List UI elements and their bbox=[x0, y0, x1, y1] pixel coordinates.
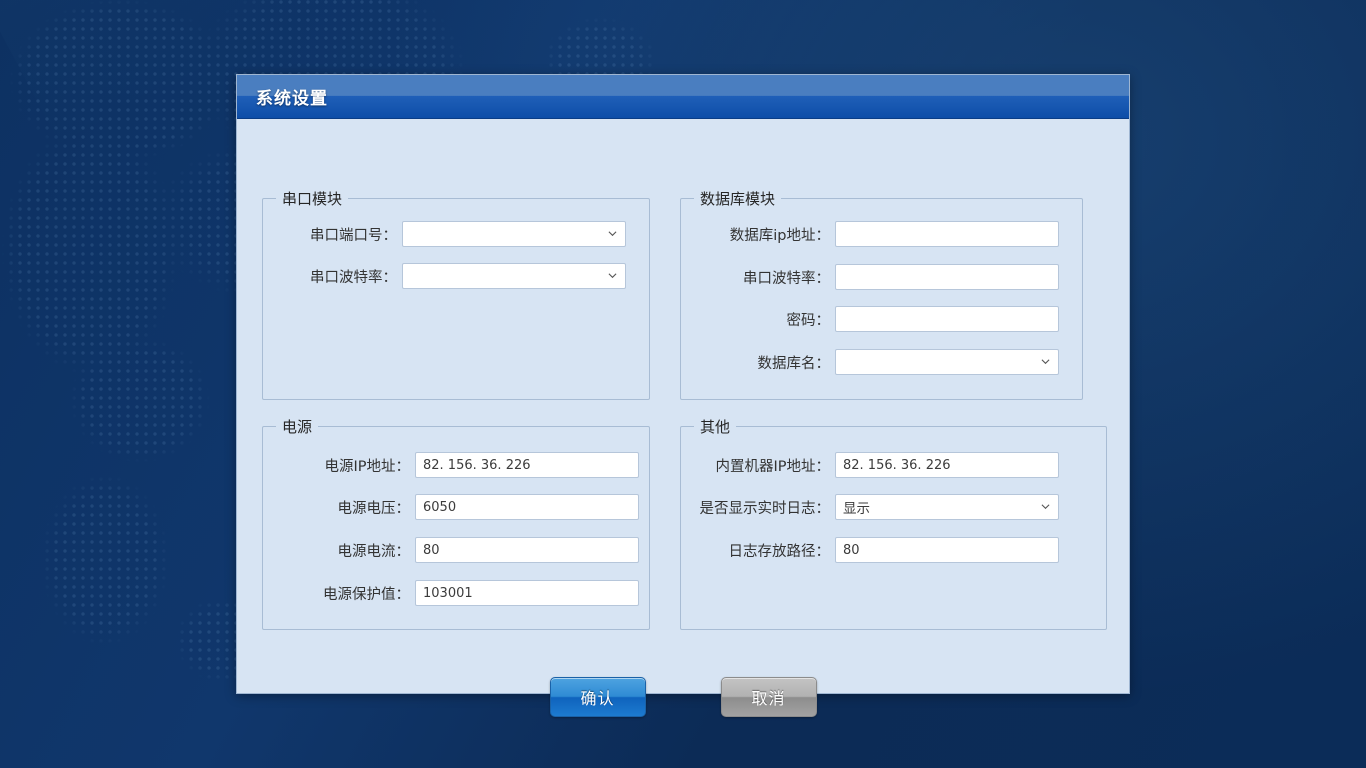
label-serial-baudrate: 串口波特率： bbox=[310, 269, 397, 286]
chevron-down-icon bbox=[608, 271, 617, 280]
label-serial-port: 串口端口号： bbox=[310, 227, 397, 244]
group-other-legend: 其他 bbox=[694, 416, 737, 437]
label-database-ip: 数据库ip地址： bbox=[729, 227, 830, 244]
input-database-baudrate[interactable] bbox=[835, 264, 1059, 290]
dialog-titlebar: 系统设置 bbox=[237, 75, 1129, 119]
dialog-body: 串口模块 串口端口号： 串口波特率： 数据库模块 数据库ip地址： 串口波特率：… bbox=[237, 119, 1129, 717]
label-builtin-machine-ip: 内置机器IP地址： bbox=[715, 458, 830, 475]
row-database-name: 数据库名： bbox=[692, 349, 1059, 375]
group-serial-module-legend: 串口模块 bbox=[276, 188, 349, 209]
input-power-current-value: 80 bbox=[423, 542, 440, 558]
row-serial-port: 串口端口号： bbox=[272, 221, 626, 247]
row-power-current: 电源电流： 80 bbox=[272, 537, 639, 563]
group-database-module-legend: 数据库模块 bbox=[694, 188, 782, 209]
row-database-baudrate: 串口波特率： bbox=[692, 264, 1059, 290]
label-log-storage-path: 日志存放路径： bbox=[728, 543, 831, 560]
cancel-button[interactable]: 取消 bbox=[720, 677, 817, 717]
row-power-ip: 电源IP地址： 82. 156. 36. 226 bbox=[272, 452, 639, 478]
combo-database-name[interactable] bbox=[835, 349, 1059, 375]
input-power-protection-value: 103001 bbox=[423, 585, 473, 601]
label-power-protection: 电源保护值： bbox=[323, 586, 410, 603]
input-power-voltage[interactable]: 6050 bbox=[415, 494, 639, 520]
input-builtin-machine-ip-value: 82. 156. 36. 226 bbox=[843, 457, 951, 473]
row-log-storage-path: 日志存放路径： 80 bbox=[692, 537, 1059, 563]
combo-show-realtime-log-value: 显示 bbox=[843, 501, 870, 517]
input-power-ip[interactable]: 82. 156. 36. 226 bbox=[415, 452, 639, 478]
label-power-current: 电源电流： bbox=[337, 543, 411, 560]
row-serial-baudrate: 串口波特率： bbox=[272, 263, 626, 289]
combo-serial-port[interactable] bbox=[402, 221, 626, 247]
confirm-button[interactable]: 确认 bbox=[549, 677, 646, 717]
combo-show-realtime-log[interactable]: 显示 bbox=[835, 494, 1059, 520]
row-power-protection: 电源保护值： 103001 bbox=[272, 580, 639, 606]
input-power-protection[interactable]: 103001 bbox=[415, 580, 639, 606]
input-builtin-machine-ip[interactable]: 82. 156. 36. 226 bbox=[835, 452, 1059, 478]
input-log-storage-path[interactable]: 80 bbox=[835, 537, 1059, 563]
input-power-current[interactable]: 80 bbox=[415, 537, 639, 563]
label-database-name: 数据库名： bbox=[757, 355, 831, 372]
combo-serial-baudrate[interactable] bbox=[402, 263, 626, 289]
row-database-password: 密码： bbox=[692, 306, 1059, 332]
row-builtin-machine-ip: 内置机器IP地址： 82. 156. 36. 226 bbox=[692, 452, 1059, 478]
row-show-realtime-log: 是否显示实时日志： 显示 bbox=[692, 494, 1059, 520]
input-power-ip-value: 82. 156. 36. 226 bbox=[423, 457, 531, 473]
label-database-password: 密码： bbox=[786, 312, 831, 329]
input-database-password[interactable] bbox=[835, 306, 1059, 332]
chevron-down-icon bbox=[608, 229, 617, 238]
group-power-legend: 电源 bbox=[276, 416, 319, 437]
dialog-button-bar: 确认 取消 bbox=[237, 677, 1129, 717]
chevron-down-icon bbox=[1041, 357, 1050, 366]
input-log-storage-path-value: 80 bbox=[843, 542, 860, 558]
input-power-voltage-value: 6050 bbox=[423, 499, 457, 515]
row-power-voltage: 电源电压： 6050 bbox=[272, 494, 639, 520]
input-database-ip[interactable] bbox=[835, 221, 1059, 247]
row-database-ip: 数据库ip地址： bbox=[692, 221, 1059, 247]
system-settings-dialog: 系统设置 串口模块 串口端口号： 串口波特率： 数据库模块 数据库ip地址： 串… bbox=[236, 74, 1130, 717]
chevron-down-icon bbox=[1041, 502, 1050, 511]
label-database-baudrate: 串口波特率： bbox=[743, 270, 830, 287]
label-power-voltage: 电源电压： bbox=[337, 500, 411, 517]
dialog-title: 系统设置 bbox=[256, 89, 328, 109]
label-show-realtime-log: 是否显示实时日志： bbox=[699, 500, 831, 517]
label-power-ip: 电源IP地址： bbox=[324, 458, 410, 475]
